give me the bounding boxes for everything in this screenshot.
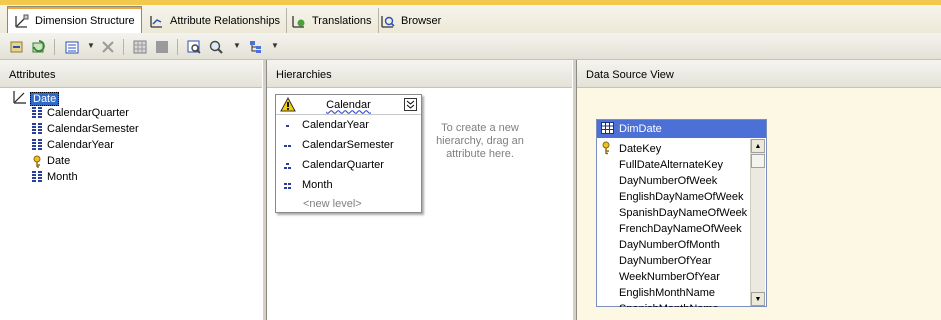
- tab-label: Attribute Relationships: [170, 14, 281, 27]
- zoom-icon[interactable]: [207, 38, 225, 56]
- key-attribute-icon: [32, 155, 42, 168]
- attribute-label: Date: [47, 155, 71, 167]
- toolbar-separator: [123, 39, 124, 55]
- table-scrollbar[interactable]: ▲ ▼: [750, 139, 765, 306]
- attribute-item[interactable]: CalendarSemester: [32, 121, 139, 137]
- hierarchy-drop-hint: To create a new hierarchy, drag an attri…: [436, 122, 524, 160]
- table-column[interactable]: SpanishDayNameOfWeek: [619, 205, 747, 221]
- level-1-icon: [284, 121, 292, 129]
- pane-header: Attributes: [0, 60, 262, 88]
- attribute-icon: [32, 107, 42, 119]
- stop-icon[interactable]: [153, 38, 171, 56]
- dimension-icon: [13, 90, 27, 107]
- hierarchies-pane: Hierarchies Calendar CalendarYear Calend…: [267, 60, 572, 320]
- attribute-item[interactable]: Month: [32, 169, 78, 185]
- primary-key-icon: [601, 141, 611, 158]
- level-label: CalendarYear: [302, 119, 369, 131]
- refresh-icon[interactable]: [30, 38, 48, 56]
- table-column[interactable]: EnglishDayNameOfWeek: [619, 189, 744, 205]
- attribute-icon: [32, 123, 42, 135]
- hierarchy-box[interactable]: Calendar CalendarYear CalendarSemester C…: [275, 94, 422, 213]
- tab-translations[interactable]: Translations: [285, 8, 379, 33]
- table-column[interactable]: EnglishMonthName: [619, 285, 715, 301]
- table-column[interactable]: WeekNumberOfYear: [619, 269, 720, 285]
- tab-label: Translations: [312, 14, 372, 27]
- scroll-thumb[interactable]: [751, 154, 765, 168]
- hierarchy-level[interactable]: CalendarYear: [284, 117, 369, 133]
- level-4-icon: [284, 181, 292, 189]
- toolbar-separator: [54, 39, 55, 55]
- table-column[interactable]: FullDateAlternateKey: [619, 157, 723, 173]
- level-3-icon: [284, 161, 292, 169]
- dimension-structure-icon: [14, 13, 30, 29]
- pane-header: Hierarchies: [267, 60, 572, 88]
- hierarchy-level[interactable]: Month: [284, 177, 333, 193]
- attribute-label: CalendarYear: [47, 139, 114, 151]
- attribute-icon: [32, 171, 42, 183]
- tab-dimension-structure[interactable]: Dimension Structure: [7, 6, 142, 35]
- table-icon: [601, 121, 614, 137]
- tab-label: Browser: [401, 14, 442, 27]
- tab-browser[interactable]: Browser: [374, 8, 447, 33]
- hierarchy-level[interactable]: CalendarSemester: [284, 137, 394, 153]
- attribute-item[interactable]: Date: [32, 153, 70, 169]
- level-label: Month: [302, 179, 333, 191]
- translations-icon: [291, 13, 307, 29]
- arrange-icon[interactable]: [247, 38, 265, 56]
- dsv-pane: Data Source View DimDate DateKey FullDat…: [577, 60, 941, 320]
- scroll-down-icon[interactable]: ▼: [751, 292, 765, 306]
- table-column[interactable]: DayNumberOfMonth: [619, 237, 720, 253]
- root-label[interactable]: Date: [30, 91, 60, 106]
- attribute-item[interactable]: CalendarQuarter: [32, 105, 129, 121]
- attribute-label: Month: [47, 171, 78, 183]
- attribute-relationships-icon: [149, 13, 165, 29]
- chevron-down-icon[interactable]: ▼: [233, 41, 241, 50]
- view-list-icon[interactable]: [63, 38, 81, 56]
- collapse-icon[interactable]: [404, 98, 417, 114]
- table-header[interactable]: DimDate: [597, 120, 766, 138]
- attribute-label: CalendarQuarter: [47, 107, 129, 119]
- delete-icon[interactable]: [99, 38, 117, 56]
- attribute-label: CalendarSemester: [47, 123, 139, 135]
- table-name: DimDate: [619, 123, 662, 135]
- table-column[interactable]: DateKey: [619, 141, 661, 157]
- warning-icon: [280, 96, 296, 115]
- new-level-placeholder[interactable]: <new level>: [303, 198, 362, 210]
- tab-strip: Dimension Structure Attribute Relationsh…: [0, 0, 941, 35]
- chevron-down-icon[interactable]: ▼: [87, 41, 95, 50]
- level-2-icon: [284, 141, 292, 149]
- level-label: CalendarSemester: [302, 139, 394, 151]
- toolbar: ▼ ▼ ▼: [0, 33, 941, 60]
- process-icon[interactable]: [8, 38, 26, 56]
- level-label: CalendarQuarter: [302, 159, 384, 171]
- chevron-down-icon[interactable]: ▼: [271, 41, 279, 50]
- attribute-item[interactable]: CalendarYear: [32, 137, 114, 153]
- attributes-pane: Attributes Date CalendarQuarter Calendar…: [0, 60, 262, 320]
- tab-label: Dimension Structure: [35, 15, 135, 27]
- table-column[interactable]: DayNumberOfYear: [619, 253, 712, 269]
- hierarchy-name[interactable]: Calendar: [326, 99, 371, 111]
- dsv-table[interactable]: DimDate DateKey FullDateAlternateKey Day…: [596, 119, 767, 307]
- find-table-icon[interactable]: [185, 38, 203, 56]
- table-column[interactable]: SpanishMonthName: [619, 301, 719, 307]
- table-column[interactable]: FrenchDayNameOfWeek: [619, 221, 742, 237]
- toolbar-separator: [177, 39, 178, 55]
- dsv-canvas[interactable]: DimDate DateKey FullDateAlternateKey Day…: [577, 89, 939, 320]
- attribute-icon: [32, 139, 42, 151]
- tab-attribute-relationships[interactable]: Attribute Relationships: [143, 8, 288, 33]
- pane-header: Data Source View: [577, 60, 941, 88]
- hierarchy-title-bar: Calendar: [276, 95, 421, 115]
- scroll-up-icon[interactable]: ▲: [751, 139, 765, 153]
- grid-icon[interactable]: [131, 38, 149, 56]
- hierarchy-level[interactable]: CalendarQuarter: [284, 157, 384, 173]
- table-column[interactable]: DayNumberOfWeek: [619, 173, 717, 189]
- browser-icon: [380, 13, 396, 29]
